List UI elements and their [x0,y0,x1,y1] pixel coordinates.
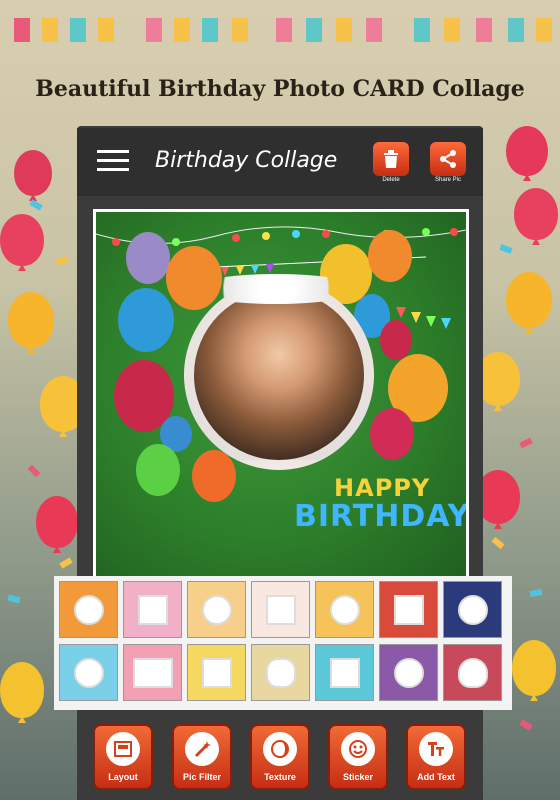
bunting-flag [276,18,292,42]
bunting-flag [174,18,190,42]
frame-thumbnail[interactable] [59,644,118,701]
frame-thumbnail[interactable] [443,581,502,638]
flower-crown-decoration [191,274,361,304]
pic-filter-button[interactable]: Pic Filter [172,724,232,790]
bunting-decoration [0,0,560,70]
balloon-decoration [512,640,556,701]
confetti [59,557,73,569]
pic-filter-label: Pic Filter [182,772,221,782]
bunting-flag [14,18,30,42]
sticker-label: Sticker [342,772,374,782]
birthday-frame: HAPPY BIRTHDAY [96,212,466,582]
happy-text: HAPPY [334,474,431,502]
frame-thumbnail[interactable] [251,581,310,638]
frame-thumbnail[interactable] [187,644,246,701]
bunting-flag [508,18,524,42]
promo-headline: Beautiful Birthday Photo CARD Collage [35,76,525,102]
add-text-button[interactable]: Add Text [406,724,466,790]
texture-label: Texture [264,772,296,782]
share-label: Share Pic [434,177,461,183]
confetti [491,536,505,550]
share-button[interactable]: Share Pic [430,142,466,186]
bunting-flag [366,18,382,42]
user-photo[interactable] [184,280,374,470]
bunting-flag [414,18,430,42]
bunting-flag [70,18,86,42]
frame-thumbnail[interactable] [59,581,118,638]
balloon-decoration [0,662,44,723]
confetti [499,244,513,254]
text-tt-icon [428,742,444,756]
bunting-flag [202,18,218,42]
bunting-flag [476,18,492,42]
frame-thumbnail[interactable] [187,581,246,638]
bunting-flag [336,18,352,42]
bunting-flag [98,18,114,42]
balloon-decoration [506,126,548,181]
layout-icon [114,741,132,757]
frame-thumbnail[interactable] [443,644,502,701]
thumbnail-row [59,644,507,701]
frame-thumbnail[interactable] [251,644,310,701]
add-text-label: Add Text [417,772,455,782]
bunting-flag [536,18,552,42]
bunting-flag [306,18,322,42]
trash-icon [384,150,398,168]
app-title: Birthday Collage [155,148,338,173]
delete-label: Delete [382,177,400,183]
bunting-flag [42,18,58,42]
balloon-decoration [36,496,78,553]
bunting-flag [146,18,162,42]
frame-thumbnail[interactable] [315,644,374,701]
frame-thumbnail[interactable] [123,581,182,638]
bunting-flag [232,18,248,42]
birthday-text: BIRTHDAY [294,499,466,534]
frame-thumbnail[interactable] [379,644,438,701]
smiley-icon [349,740,367,758]
magic-wand-icon [194,741,211,758]
frame-thumbnail[interactable] [379,581,438,638]
texture-button[interactable]: Texture [250,724,310,790]
layout-label: Layout [108,772,138,782]
happy-birthday-sticker: HAPPY BIRTHDAY [294,476,466,532]
app-bar: Birthday Collage Delete Share Pic [77,128,483,196]
confetti [529,589,543,597]
confetti [27,464,41,478]
balloon-decoration [514,188,558,245]
share-icon [440,150,456,168]
balloon-decoration [8,292,54,353]
texture-icon [271,740,289,758]
hamburger-menu-icon[interactable] [97,150,129,172]
delete-button[interactable]: Delete [373,142,409,186]
balloon-decoration [506,272,552,333]
layout-button[interactable]: Layout [93,724,153,790]
confetti [519,437,533,449]
confetti [55,256,69,266]
frame-thumbnail-strip [54,576,512,710]
confetti [7,594,21,604]
collage-canvas[interactable]: HAPPY BIRTHDAY [93,209,469,585]
confetti [519,719,533,731]
sticker-button[interactable]: Sticker [328,724,388,790]
thumbnail-row [59,581,507,638]
frame-thumbnail[interactable] [123,644,182,701]
confetti [29,199,43,211]
frame-thumbnail[interactable] [315,581,374,638]
balloon-decoration [14,150,52,201]
bunting-flag [444,18,460,42]
balloon-decoration [0,214,44,271]
